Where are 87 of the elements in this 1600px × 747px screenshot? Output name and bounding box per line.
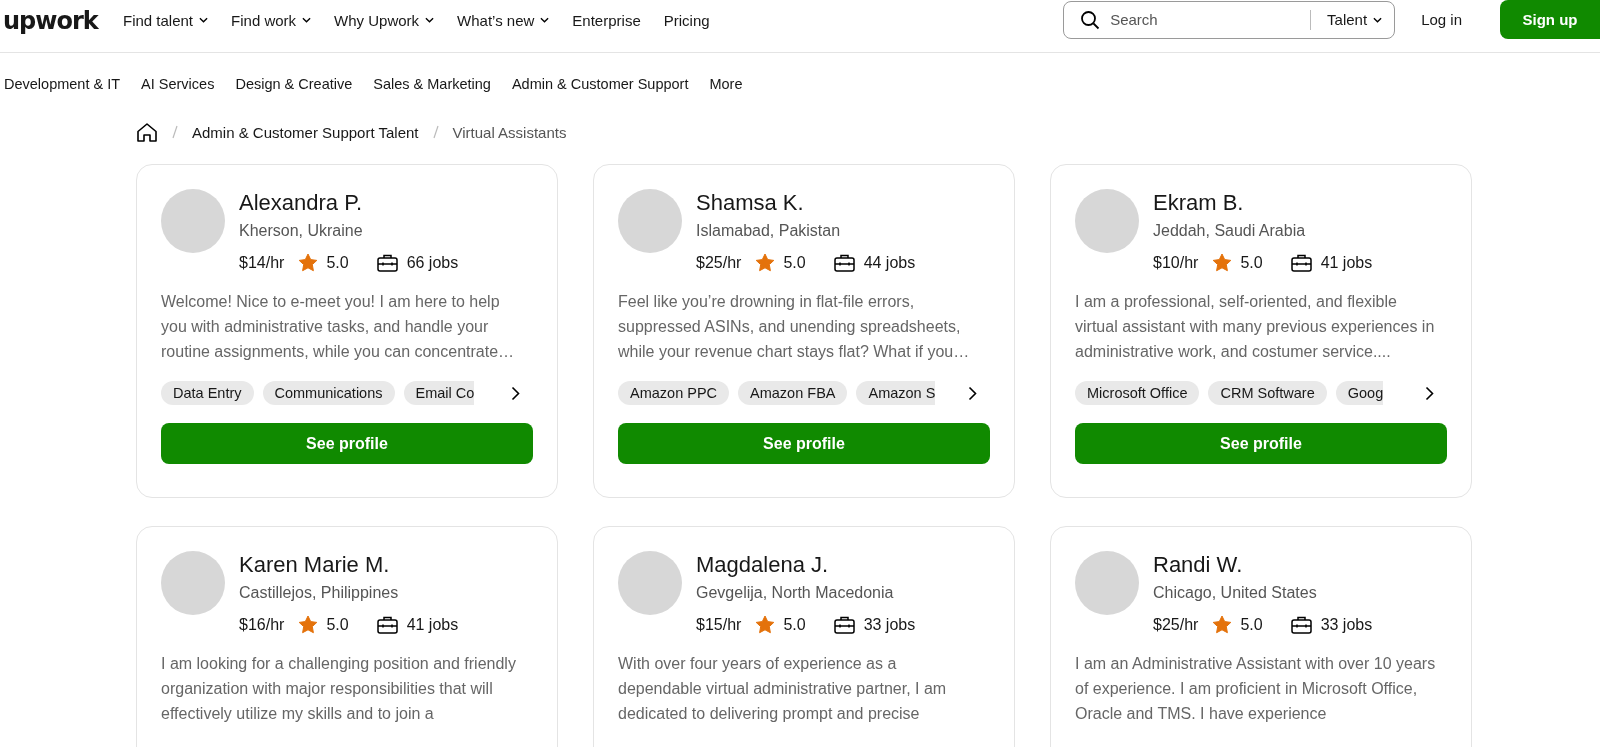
jobs-count: 33 jobs — [1320, 615, 1373, 634]
rating-value: 5.0 — [783, 615, 806, 634]
briefcase-icon — [833, 253, 855, 272]
category-link[interactable]: Development & IT — [4, 76, 121, 92]
see-profile-button[interactable]: See profile — [618, 423, 990, 464]
category-link[interactable]: More — [709, 76, 743, 92]
jobs-count: 41 jobs — [1320, 253, 1373, 272]
hourly-rate: $15/hr — [696, 615, 742, 634]
nav-link[interactable]: Find work — [231, 11, 312, 29]
star-icon — [755, 615, 776, 634]
chevron-right-icon[interactable] — [1425, 385, 1434, 401]
briefcase-icon — [1290, 253, 1312, 272]
hourly-rate: $10/hr — [1153, 253, 1199, 272]
freelancer-name[interactable]: Alexandra P. — [239, 190, 459, 216]
location-text: Gevgelija, North Macedonia — [696, 584, 895, 602]
chevron-right-icon[interactable] — [511, 385, 520, 401]
location-text: Castillejos, Philippines — [239, 584, 400, 602]
breadcrumb-link[interactable]: Admin & Customer Support Talent — [192, 123, 419, 141]
freelancer-name[interactable]: Shamsa K. — [696, 190, 916, 216]
freelancer-name[interactable]: Ekram B. — [1153, 190, 1373, 216]
logo[interactable]: upwork — [3, 7, 123, 35]
freelancer-name[interactable]: Randi W. — [1153, 552, 1373, 578]
scope-dropdown[interactable]: Talent — [1327, 11, 1383, 28]
nav-link[interactable]: Find talent — [123, 11, 209, 29]
see-profile-button[interactable]: See profile — [1075, 423, 1447, 464]
profile-description: With over four years of experience as a dependable virtual administrative partner, I am dedicated to delivering prompt and precise — [618, 654, 948, 724]
location-text: Jeddah, Saudi Arabia — [1153, 222, 1307, 240]
briefcase-icon — [376, 253, 398, 272]
signup-button[interactable]: Sign up — [1500, 0, 1600, 39]
skill-tag[interactable]: Amazon PPC — [618, 381, 730, 405]
briefcase-icon — [376, 615, 398, 634]
skill-tag[interactable]: CRM Software — [1208, 381, 1327, 405]
star-icon — [1212, 615, 1233, 634]
briefcase-icon — [833, 615, 855, 634]
breadcrumb-separator-icon — [172, 125, 178, 139]
nav-link[interactable]: What’s new — [457, 11, 550, 29]
skill-tag[interactable]: Microsoft Office — [1075, 381, 1200, 405]
location-text: Chicago, United States — [1153, 584, 1318, 602]
location-text: Kherson, Ukraine — [239, 222, 364, 240]
chevron-right-icon[interactable] — [968, 385, 977, 401]
rating-value: 5.0 — [326, 615, 349, 634]
star-icon — [298, 253, 319, 272]
search-bar[interactable]: Search Talent — [1063, 0, 1396, 39]
caret-icon — [1373, 16, 1383, 23]
profile-description: I am a professional, self-oriented, and flexible virtual assistant with many previous experiences in administrative work, and costumer service.... — [1075, 292, 1436, 362]
rating-value: 5.0 — [1240, 615, 1263, 634]
jobs-count: 66 jobs — [406, 253, 459, 272]
profile-description: Welcome! Nice to e-meet you! I am here to help you with administrative tasks, and handle your routine assignments, while you can concentrate… — [161, 292, 516, 362]
star-icon — [298, 615, 319, 634]
nav-link[interactable]: Pricing — [663, 11, 710, 29]
rating-value: 5.0 — [326, 253, 349, 272]
rating-value: 5.0 — [783, 253, 806, 272]
category-link[interactable]: Admin & Customer Support — [511, 76, 689, 92]
see-profile-button[interactable]: See profile — [161, 423, 533, 464]
hourly-rate: $25/hr — [1153, 615, 1199, 634]
breadcrumb-link[interactable]: Virtual Assistants — [452, 123, 567, 141]
freelancer-name[interactable]: Magdalena J. — [696, 552, 916, 578]
profile-description: Feel like you’re drowning in flat-file errors, suppressed ASINs, and unending spreadsheets, while your revenue chart stays flat? What if you… — [618, 292, 971, 362]
skill-tag[interactable]: Goog — [1335, 381, 1384, 405]
skill-tag[interactable]: Data Entry — [161, 381, 254, 405]
jobs-count: 33 jobs — [863, 615, 916, 634]
category-link[interactable]: AI Services — [141, 76, 215, 92]
skill-tag[interactable]: Email Co — [403, 381, 475, 405]
jobs-count: 41 jobs — [406, 615, 459, 634]
hourly-rate: $16/hr — [239, 615, 285, 634]
breadcrumb-separator-icon — [432, 125, 439, 139]
category-link[interactable]: Design & Creative — [235, 76, 353, 92]
star-icon — [755, 253, 776, 272]
nav-link[interactable]: Why Upwork — [334, 11, 435, 29]
profile-description: I am looking for a challenging position and friendly organization with major responsibilities that will effectively utilize my skills and to join a — [161, 654, 517, 724]
search-icon — [1080, 9, 1101, 30]
hourly-rate: $14/hr — [239, 253, 285, 272]
category-link[interactable]: Sales & Marketing — [373, 76, 491, 92]
skill-tag[interactable]: Amazon FBA — [738, 381, 848, 405]
skill-tag[interactable]: Communications — [262, 381, 395, 405]
profile-description: I am an Administrative Assistant with over 10 years of experience. I am proficient in Microsoft Office, Oracle and TMS. I have experience — [1075, 654, 1437, 724]
freelancer-name[interactable]: Karen Marie M. — [239, 552, 459, 578]
home-icon[interactable] — [136, 121, 158, 143]
rating-value: 5.0 — [1240, 253, 1263, 272]
jobs-count: 44 jobs — [863, 253, 916, 272]
nav-link[interactable]: Enterprise — [572, 11, 641, 29]
skill-tag[interactable]: Amazon S — [856, 381, 936, 405]
location-text: Islamabad, Pakistan — [696, 222, 842, 240]
briefcase-icon — [1290, 615, 1312, 634]
login-link[interactable]: Log in — [1421, 11, 1462, 28]
hourly-rate: $25/hr — [696, 253, 742, 272]
star-icon — [1212, 253, 1233, 272]
